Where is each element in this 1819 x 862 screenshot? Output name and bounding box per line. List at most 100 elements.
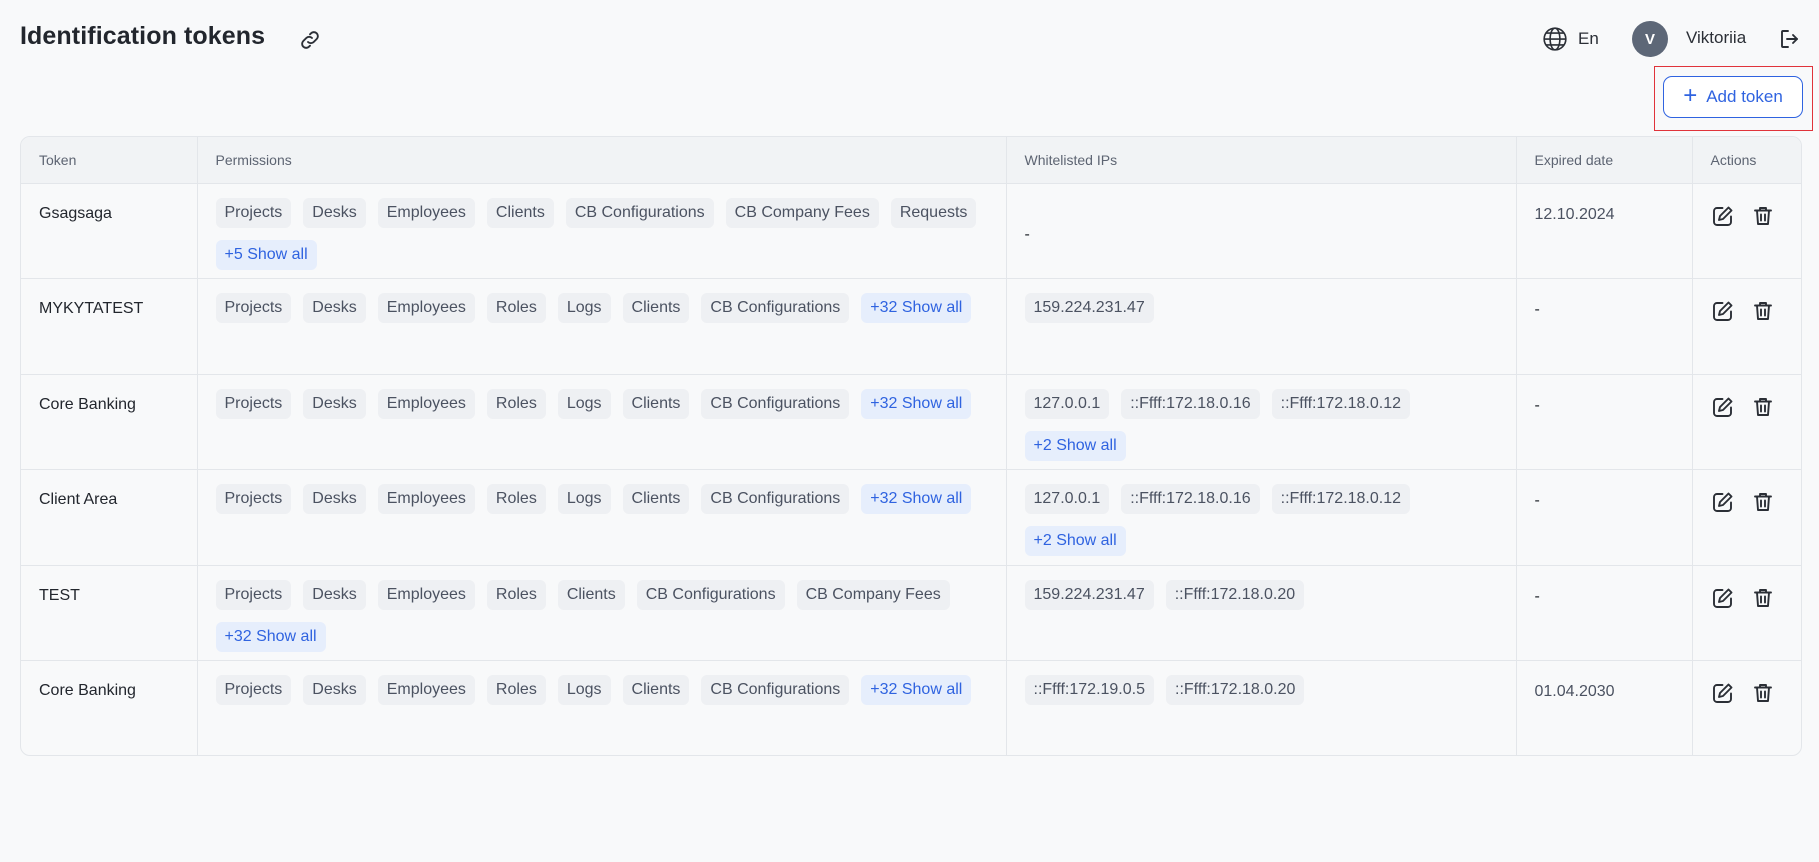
ips-show-all-link[interactable]: +2 Show all — [1024, 526, 1126, 556]
ip-chip: ::Ffff:172.18.0.16 — [1121, 388, 1260, 419]
token-cell: Gsagsaga — [21, 183, 198, 279]
add-token-button[interactable]: + Add token — [1663, 76, 1803, 118]
expired-date-cell: - — [1516, 374, 1693, 470]
expired-date-cell: - — [1516, 469, 1693, 566]
actions-cell — [1692, 374, 1801, 470]
edit-icon[interactable] — [1711, 204, 1735, 228]
edit-icon[interactable] — [1711, 299, 1735, 323]
whitelisted-ips-cell: ::Ffff:172.19.0.5::Ffff:172.18.0.20 — [1006, 660, 1517, 755]
edit-icon[interactable] — [1711, 681, 1735, 705]
permission-chip: Desks — [303, 293, 366, 323]
permission-chip: Clients — [622, 675, 690, 705]
table-row[interactable]: Client Area Projects Desks Employees Roles Lo… — [21, 469, 1801, 566]
trash-icon[interactable] — [1751, 395, 1775, 419]
ip-chip: ::Ffff:172.19.0.5 — [1024, 675, 1154, 705]
avatar[interactable]: V — [1632, 21, 1668, 57]
permissions-show-all-link[interactable]: +32 Show all — [861, 484, 972, 514]
ips-show-all-link[interactable]: +2 Show all — [1024, 430, 1126, 461]
permission-chip: Logs — [557, 484, 611, 514]
permission-chip: Desks — [303, 388, 366, 419]
trash-icon[interactable] — [1751, 681, 1775, 705]
permissions-cell: Projects Desks Employees Roles Logs Clients CB… — [197, 278, 1007, 375]
permission-chip: Desks — [303, 484, 366, 514]
permission-chip: Clients — [486, 197, 554, 228]
trash-icon[interactable] — [1751, 204, 1775, 228]
permission-chip: CB Configurations — [636, 579, 785, 610]
permission-chip: CB Company Fees — [725, 197, 879, 228]
permission-chip: Employees — [377, 293, 475, 323]
ip-list: 127.0.0.1::Ffff:172.18.0.16::Ffff:172.18… — [1024, 388, 1498, 461]
permission-chip: Employees — [377, 675, 475, 705]
ip-list: 159.224.231.47::Ffff:172.18.0.20 — [1024, 579, 1498, 610]
language-selector[interactable]: En — [1578, 29, 1599, 49]
ip-chip: 159.224.231.47 — [1024, 293, 1154, 323]
permissions-show-all-link[interactable]: +32 Show all — [861, 675, 972, 705]
permission-list: Projects Desks Employees Roles Logs Clients CB… — [215, 675, 988, 705]
expired-date: 12.10.2024 — [1534, 205, 1615, 223]
permission-chip: Roles — [486, 579, 546, 610]
whitelisted-ips-cell: - — [1006, 183, 1517, 279]
permission-list: Projects Desks Employees Roles Clients CB Con… — [215, 579, 988, 652]
column-header-actions: Actions — [1692, 137, 1801, 184]
table-header-row: Token Permissions Whitelisted IPs Expire… — [21, 137, 1801, 184]
token-cell: TEST — [21, 565, 198, 661]
user-name[interactable]: Viktoriia — [1686, 28, 1746, 48]
ip-chip: ::Ffff:172.18.0.16 — [1121, 484, 1260, 514]
trash-icon[interactable] — [1751, 490, 1775, 514]
column-header-token: Token — [21, 137, 198, 184]
expired-date-cell: - — [1516, 278, 1693, 375]
actions-cell — [1692, 278, 1801, 375]
permissions-cell: Projects Desks Employees Clients CB Configur… — [197, 183, 1007, 279]
whitelisted-ips-cell: 127.0.0.1::Ffff:172.18.0.16::Ffff:172.18… — [1006, 469, 1517, 566]
logout-icon[interactable] — [1778, 27, 1802, 51]
permissions-cell: Projects Desks Employees Roles Logs Clients CB… — [197, 469, 1007, 566]
table-row[interactable]: Gsagsaga Projects Desks Employees Clients CB … — [21, 183, 1801, 279]
permission-chip: CB Configurations — [701, 293, 850, 323]
token-cell: Client Area — [21, 469, 198, 566]
table-row[interactable]: TEST Projects Desks Employees Roles Clients CB… — [21, 565, 1801, 661]
trash-icon[interactable] — [1751, 586, 1775, 610]
token-name: MYKYTATEST — [39, 300, 144, 317]
expired-date-cell: - — [1516, 565, 1693, 661]
permission-chip: Projects — [215, 484, 292, 514]
permissions-show-all-link[interactable]: +32 Show all — [861, 293, 972, 323]
column-header-permissions: Permissions — [197, 137, 1007, 184]
page-title: Identification tokens — [20, 22, 266, 50]
permission-chip: Logs — [557, 293, 611, 323]
permissions-show-all-link[interactable]: +32 Show all — [215, 621, 326, 652]
permission-chip: CB Configurations — [565, 197, 714, 228]
edit-icon[interactable] — [1711, 395, 1735, 419]
table-row[interactable]: MYKYTATEST Projects Desks Employees Roles Log… — [21, 278, 1801, 375]
permission-list: Projects Desks Employees Roles Logs Clients CB… — [215, 293, 988, 323]
permission-chip: Roles — [486, 293, 546, 323]
permission-list: Projects Desks Employees Roles Logs Clients CB… — [215, 388, 988, 419]
trash-icon[interactable] — [1751, 299, 1775, 323]
edit-icon[interactable] — [1711, 586, 1735, 610]
ip-chip: 127.0.0.1 — [1024, 388, 1110, 419]
token-name: Core Banking — [39, 395, 136, 413]
permission-chip: CB Configurations — [701, 675, 850, 705]
edit-icon[interactable] — [1711, 490, 1735, 514]
permission-chip: Roles — [486, 388, 546, 419]
token-name: TEST — [39, 586, 80, 604]
plus-icon: + — [1683, 82, 1698, 109]
permission-chip: Employees — [377, 484, 475, 514]
actions-cell — [1692, 469, 1801, 566]
expired-date: - — [1534, 492, 1540, 509]
table-row[interactable]: Core Banking Projects Desks Employees Roles L… — [21, 660, 1801, 755]
ip-chip: 159.224.231.47 — [1024, 579, 1154, 610]
globe-icon[interactable] — [1542, 26, 1568, 52]
ip-chip: ::Ffff:172.18.0.20 — [1165, 579, 1305, 610]
token-name: Core Banking — [39, 682, 136, 699]
expired-date-cell: 12.10.2024 — [1516, 183, 1693, 279]
permissions-show-all-link[interactable]: +32 Show all — [861, 388, 972, 419]
permissions-cell: Projects Desks Employees Roles Logs Clients CB… — [197, 374, 1007, 470]
table-row[interactable]: Core Banking Projects Desks Employees Roles L… — [21, 374, 1801, 470]
permission-chip: Employees — [377, 579, 475, 610]
permissions-show-all-link[interactable]: +5 Show all — [215, 239, 317, 270]
actions-cell — [1692, 565, 1801, 661]
permissions-cell: Projects Desks Employees Roles Clients CB Con… — [197, 565, 1007, 661]
permission-chip: Projects — [215, 579, 292, 610]
link-icon[interactable] — [298, 28, 322, 52]
ip-list: ::Ffff:172.19.0.5::Ffff:172.18.0.20 — [1024, 675, 1498, 705]
